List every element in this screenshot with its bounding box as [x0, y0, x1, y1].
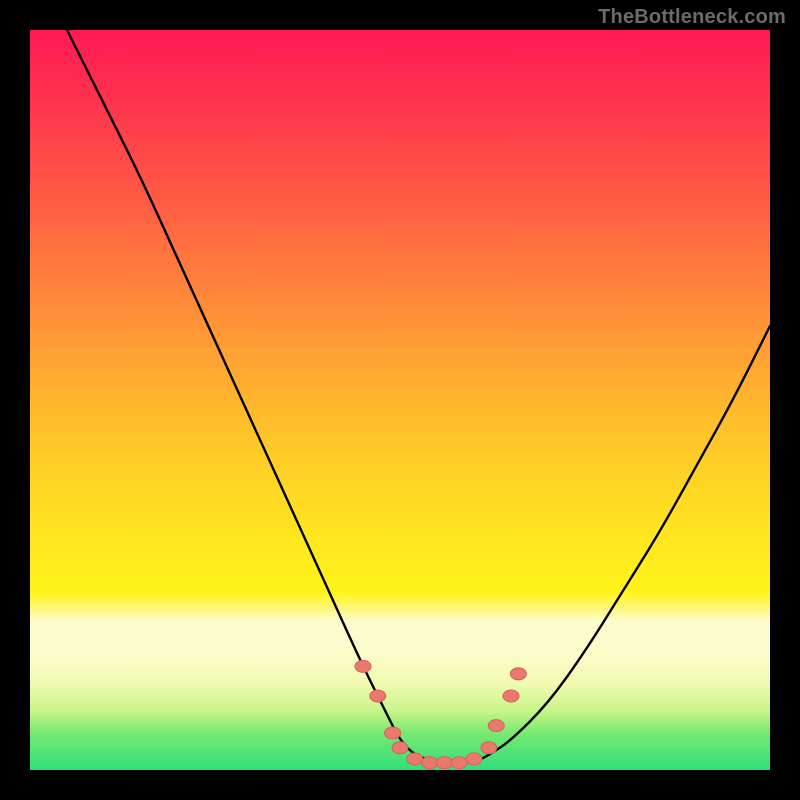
highlight-dot	[436, 757, 452, 769]
highlight-dot	[451, 757, 467, 769]
curve-layer	[30, 30, 770, 770]
highlight-dot	[488, 720, 504, 732]
highlight-dot	[481, 742, 497, 754]
plot-area	[30, 30, 770, 770]
highlight-dot	[355, 660, 371, 672]
highlight-dot	[370, 690, 386, 702]
highlight-dot	[510, 668, 526, 680]
highlight-dot	[407, 753, 423, 765]
highlight-dot	[392, 742, 408, 754]
highlight-dot	[385, 727, 401, 739]
highlight-dot	[466, 753, 482, 765]
highlight-dots	[355, 660, 526, 768]
highlight-dot	[422, 757, 438, 769]
bottleneck-curve	[67, 30, 770, 763]
highlight-dot	[503, 690, 519, 702]
chart-frame: TheBottleneck.com	[0, 0, 800, 800]
watermark-label: TheBottleneck.com	[598, 6, 786, 29]
